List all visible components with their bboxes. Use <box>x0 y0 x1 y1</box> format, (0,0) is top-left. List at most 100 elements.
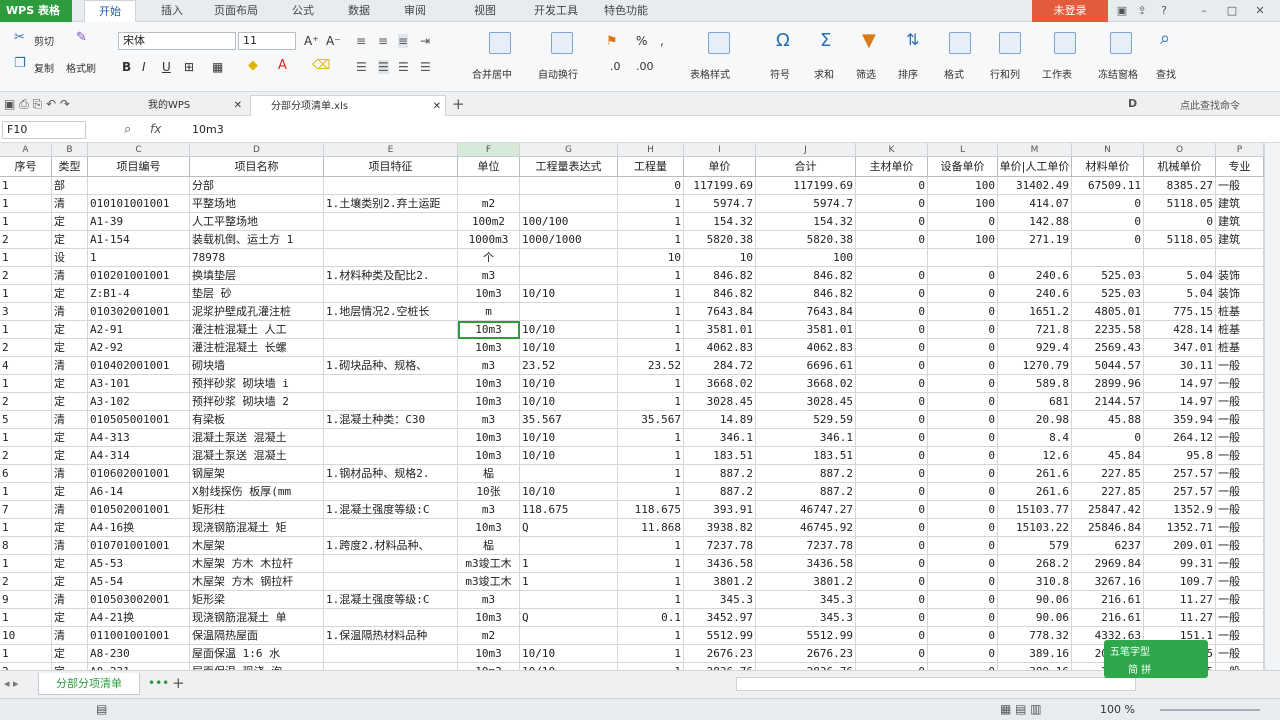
table-cell[interactable]: 011001001001 <box>88 627 190 645</box>
table-cell[interactable]: 保温隔热屋面 <box>190 627 324 645</box>
table-cell[interactable]: 0 <box>928 393 998 411</box>
table-cell[interactable]: 有梁板 <box>190 411 324 429</box>
table-cell[interactable]: 0 <box>1072 429 1144 447</box>
table-cell[interactable]: 一般 <box>1216 483 1264 501</box>
table-cell[interactable] <box>324 393 458 411</box>
table-cell[interactable]: 117199.69 <box>756 177 856 195</box>
table-cell[interactable]: 一般 <box>1216 393 1264 411</box>
table-cell[interactable]: 定 <box>52 393 88 411</box>
table-cell[interactable]: 240.6 <box>998 267 1072 285</box>
table-cell[interactable]: 1 <box>88 249 190 267</box>
table-cell[interactable]: 1 <box>618 267 684 285</box>
login-button[interactable]: 未登录 <box>1032 0 1108 22</box>
table-cell[interactable]: 100 <box>928 177 998 195</box>
column-header-f[interactable]: F <box>458 143 520 157</box>
table-cell[interactable] <box>520 303 618 321</box>
table-cell[interactable]: 一般 <box>1216 609 1264 627</box>
table-cell[interactable]: 6696.61 <box>756 357 856 375</box>
table-cell[interactable]: m2 <box>458 195 520 213</box>
underline-button[interactable]: U <box>162 60 171 74</box>
table-cell[interactable]: 100 <box>928 231 998 249</box>
table-cell[interactable]: 3028.45 <box>684 393 756 411</box>
sort-button[interactable]: 排序 <box>898 66 918 81</box>
name-box[interactable]: F10 <box>2 121 86 139</box>
table-cell[interactable] <box>324 645 458 663</box>
column-header-k[interactable]: K <box>856 143 928 157</box>
table-cell[interactable]: 0 <box>928 321 998 339</box>
format-icon[interactable] <box>949 32 971 54</box>
tab-home[interactable]: 开始 <box>84 0 136 22</box>
freeze-button[interactable]: 冻结窗格 <box>1098 66 1138 81</box>
table-cell[interactable]: 定 <box>52 483 88 501</box>
table-cell[interactable]: 31402.49 <box>998 177 1072 195</box>
table-cell[interactable] <box>324 375 458 393</box>
table-cell[interactable]: 一般 <box>1216 465 1264 483</box>
table-cell[interactable]: 154.32 <box>684 213 756 231</box>
sheet-more-icon[interactable]: ••• <box>148 676 169 690</box>
table-cell[interactable]: 2836.76 <box>756 663 856 670</box>
table-cell[interactable]: 0 <box>856 645 928 663</box>
tab-data[interactable]: 数据 <box>336 0 382 22</box>
table-cell[interactable] <box>520 249 618 267</box>
table-cell[interactable]: 装饰 <box>1216 285 1264 303</box>
table-cell[interactable]: 20.98 <box>998 411 1072 429</box>
table-cell[interactable]: 10/10 <box>520 483 618 501</box>
table-cell[interactable]: 1 <box>0 429 52 447</box>
table-cell[interactable]: 14.89 <box>684 411 756 429</box>
table-cell[interactable]: 2 <box>0 393 52 411</box>
table-cell[interactable]: 0 <box>928 663 998 670</box>
zoom-slider[interactable] <box>1160 709 1260 711</box>
table-cell[interactable]: 0 <box>928 483 998 501</box>
wrap-text-icon[interactable] <box>551 32 573 54</box>
table-cell[interactable]: 5974.7 <box>684 195 756 213</box>
format-painter-button[interactable]: 格式刷 <box>66 60 96 75</box>
table-cell[interactable]: 一般 <box>1216 627 1264 645</box>
table-cell[interactable]: 3668.02 <box>756 375 856 393</box>
table-cell[interactable]: 529.59 <box>756 411 856 429</box>
table-cell[interactable]: 0 <box>856 411 928 429</box>
table-cell[interactable]: 846.82 <box>756 285 856 303</box>
column-header-n[interactable]: N <box>1072 143 1144 157</box>
table-cell[interactable]: 010503002001 <box>88 591 190 609</box>
table-cell[interactable]: 一般 <box>1216 447 1264 465</box>
table-cell[interactable] <box>520 267 618 285</box>
table-cell[interactable]: A5-54 <box>88 573 190 591</box>
table-cell[interactable]: 5 <box>0 411 52 429</box>
table-cell[interactable]: 0 <box>856 231 928 249</box>
table-cell[interactable]: 0 <box>928 447 998 465</box>
align-center-icon[interactable]: ☰ <box>378 60 389 74</box>
table-cell[interactable]: 5.04 <box>1144 267 1216 285</box>
table-cell[interactable]: 10/10 <box>520 663 618 670</box>
table-cell[interactable]: 721.8 <box>998 321 1072 339</box>
table-cell[interactable]: 142.88 <box>998 213 1072 231</box>
table-cell[interactable]: 清 <box>52 267 88 285</box>
table-cell[interactable]: 346.1 <box>756 429 856 447</box>
table-cell[interactable]: 换填垫层 <box>190 267 324 285</box>
table-cell[interactable]: 定 <box>52 555 88 573</box>
align-left-icon[interactable]: ☰ <box>356 60 367 74</box>
table-cell[interactable]: 10m3 <box>458 663 520 670</box>
sheet-nav-icon[interactable]: ◂ ▸ <box>4 677 19 690</box>
help-icon[interactable]: ? <box>1156 2 1172 20</box>
table-cell[interactable]: 887.2 <box>756 465 856 483</box>
table-cell[interactable]: 154.32 <box>756 213 856 231</box>
table-cell[interactable]: 257.57 <box>1144 483 1216 501</box>
table-cell[interactable]: 359.94 <box>1144 411 1216 429</box>
table-cell[interactable]: 0 <box>856 609 928 627</box>
table-cell[interactable]: 5.04 <box>1144 285 1216 303</box>
table-header-cell[interactable]: 机械单价 <box>1144 157 1216 177</box>
table-cell[interactable]: 一般 <box>1216 573 1264 591</box>
table-cell[interactable]: 0 <box>928 285 998 303</box>
font-size-select[interactable]: 11 <box>238 32 296 50</box>
table-cell[interactable]: 定 <box>52 645 88 663</box>
table-cell[interactable]: 清 <box>52 357 88 375</box>
table-cell[interactable]: 建筑 <box>1216 231 1264 249</box>
table-cell[interactable]: 3267.16 <box>1072 573 1144 591</box>
table-cell[interactable]: 10/10 <box>520 375 618 393</box>
number-format-icon[interactable]: ⚑ <box>606 34 618 49</box>
table-cell[interactable]: 846.82 <box>684 285 756 303</box>
table-cell[interactable]: 310.8 <box>998 573 1072 591</box>
table-cell[interactable]: 5512.99 <box>756 627 856 645</box>
table-cell[interactable]: 109.7 <box>1144 573 1216 591</box>
table-cell[interactable]: 分部 <box>190 177 324 195</box>
